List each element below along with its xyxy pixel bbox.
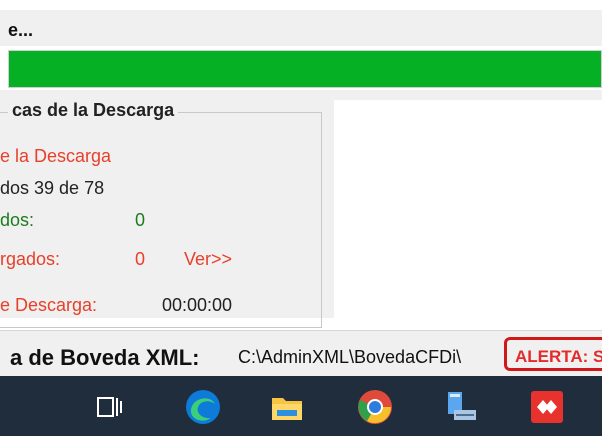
boveda-label: a de Boveda XML:: [10, 345, 200, 370]
download-progress-bar: [8, 50, 602, 88]
status-text: e la Descarga: [0, 146, 112, 166]
downloaded-value: 0: [135, 210, 146, 230]
taskbar: [0, 376, 602, 436]
view-more-link[interactable]: Ver>>: [184, 249, 232, 270]
network-app-icon[interactable]: [440, 386, 482, 428]
downloaded-label: dos:: [0, 210, 35, 230]
title-bar: e...: [0, 10, 602, 46]
counter-text: dos 39 de 78: [0, 178, 105, 198]
edge-icon[interactable]: [182, 386, 224, 428]
time-label: e Descarga:: [0, 295, 98, 315]
chrome-icon[interactable]: [354, 386, 396, 428]
window-title: e...: [8, 20, 34, 40]
task-view-icon[interactable]: [88, 386, 130, 428]
boveda-path: C:\AdminXML\BovedaCFDi\: [238, 347, 462, 367]
group-legend: cas de la Descarga: [8, 100, 179, 121]
not-downloaded-label: rgados:: [0, 249, 61, 269]
time-value: 00:00:00: [162, 295, 233, 315]
progress-fill: [9, 51, 601, 87]
not-downloaded-value: 0: [135, 249, 146, 269]
log-panel: [334, 100, 602, 318]
boveda-bar: a de Boveda XML: C:\AdminXML\BovedaCFDi\…: [0, 330, 602, 376]
file-explorer-icon[interactable]: [266, 386, 308, 428]
alert-highlight: ALERTA: S: [504, 337, 602, 371]
alert-text: ALERTA: S: [515, 347, 602, 366]
top-strip: [0, 0, 602, 10]
anydesk-icon[interactable]: [526, 386, 568, 428]
